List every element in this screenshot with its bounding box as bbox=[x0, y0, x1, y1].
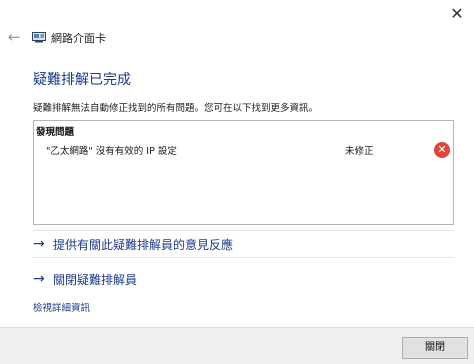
arrow-right-icon: → bbox=[33, 271, 45, 287]
page-title: 疑難排解已完成 bbox=[33, 72, 131, 88]
arrow-right-icon: → bbox=[33, 236, 45, 252]
view-details-link[interactable]: 檢視詳細資訊 bbox=[33, 300, 90, 314]
back-arrow-icon: ← bbox=[7, 28, 21, 46]
give-feedback-label: 提供有關此疑難排解員的意見反應 bbox=[53, 237, 234, 252]
network-adapter-icon bbox=[32, 32, 46, 43]
problem-name: "乙太網路" 沒有有效的 IP 設定 bbox=[46, 146, 177, 157]
close-button[interactable]: 關閉 bbox=[402, 337, 468, 359]
title-bar: ✕ bbox=[0, 0, 474, 28]
close-troubleshooter-label: 關閉疑難排解員 bbox=[53, 272, 138, 287]
back-button[interactable]: ← bbox=[6, 28, 22, 46]
navigation-bar: ← 網路介面卡 bbox=[0, 28, 474, 52]
problems-found-box: 發現問題 "乙太網路" 沒有有效的 IP 設定 未修正 ✕ bbox=[33, 120, 454, 225]
error-icon: ✕ bbox=[434, 142, 450, 158]
give-feedback-link[interactable]: → 提供有關此疑難排解員的意見反應 bbox=[33, 230, 454, 258]
footer-bar: 關閉 bbox=[0, 327, 474, 364]
window-close-button[interactable]: ✕ bbox=[446, 2, 468, 24]
page-subtitle: 疑難排解無法自動修正找到的所有問題。您可在以下找到更多資訊。 bbox=[33, 103, 319, 114]
close-troubleshooter-link[interactable]: → 關閉疑難排解員 bbox=[33, 266, 454, 292]
window-title: 網路介面卡 bbox=[51, 32, 106, 45]
problems-found-header: 發現問題 bbox=[36, 127, 75, 138]
problem-status: 未修正 bbox=[345, 146, 374, 157]
close-icon: ✕ bbox=[450, 3, 464, 23]
problem-row[interactable]: "乙太網路" 沒有有效的 IP 設定 未修正 ✕ bbox=[34, 141, 453, 161]
